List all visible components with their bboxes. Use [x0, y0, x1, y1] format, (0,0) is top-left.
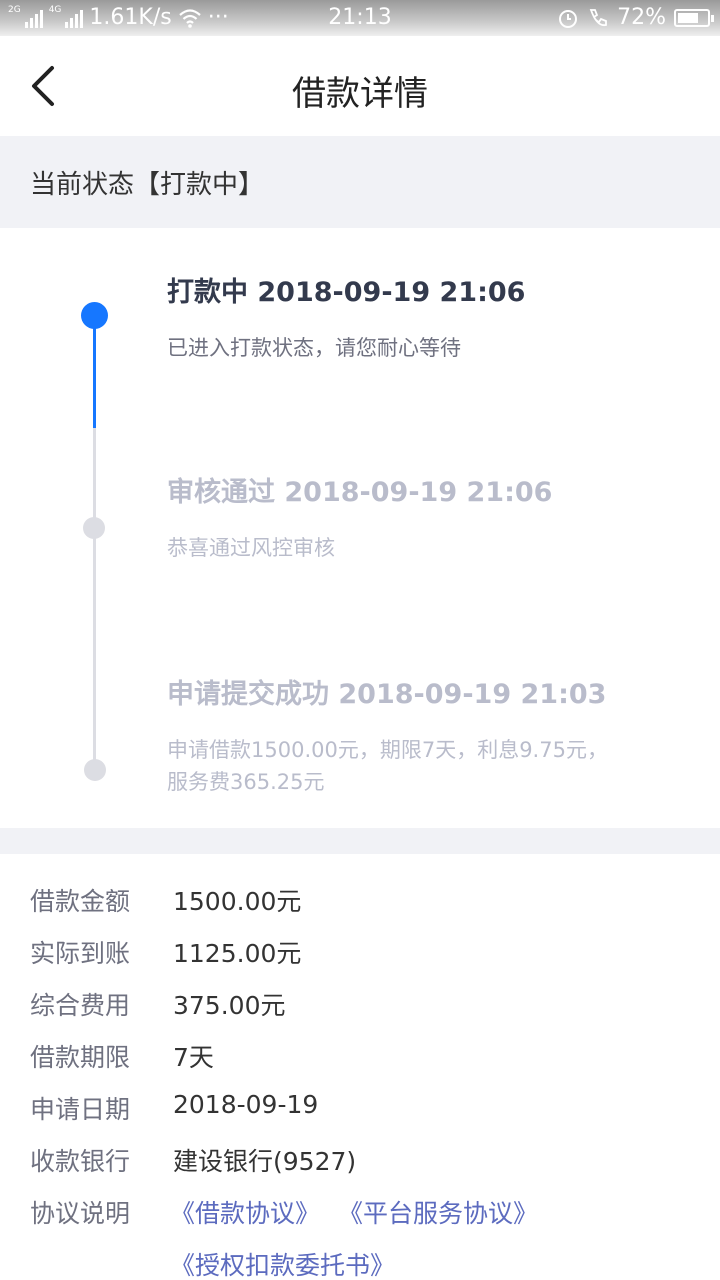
detail-row-term: 借款期限 7天	[0, 1030, 720, 1082]
timeline-dot	[83, 517, 105, 539]
timeline-step-desc: 恭喜通过风控审核	[167, 536, 335, 560]
detail-label: 借款期限	[30, 1043, 131, 1072]
timeline-dot	[84, 759, 106, 781]
current-status-bar: 当前状态【打款中】	[0, 136, 720, 228]
detail-row-bank: 收款银行 建设银行(9527)	[0, 1134, 720, 1186]
battery-fill	[678, 12, 698, 23]
timeline-step-title: 申请提交成功 2018-09-19 21:03	[167, 679, 607, 710]
timeline-dot-active	[81, 302, 108, 329]
timeline-line	[93, 428, 96, 768]
detail-row-total-fee: 综合费用 375.00元	[0, 978, 720, 1030]
timeline-step-desc: 已进入打款状态，请您耐心等待	[167, 336, 461, 360]
timeline-line-active	[93, 316, 96, 428]
current-status-text: 当前状态【打款中】	[30, 170, 265, 200]
status-right: 72%	[557, 5, 714, 30]
detail-label: 收款银行	[30, 1147, 131, 1176]
status-timeline: 打款中 2018-09-19 21:06 已进入打款状态，请您耐心等待 审核通过…	[0, 228, 720, 828]
timeline-step-title: 审核通过 2018-09-19 21:06	[167, 477, 553, 508]
detail-value: 2018-09-19	[173, 1090, 319, 1119]
page-title: 借款详情	[292, 74, 428, 114]
detail-row-loan-amount: 借款金额 1500.00元	[0, 874, 720, 926]
timeline-step-title: 打款中 2018-09-19 21:06	[167, 277, 526, 308]
battery-icon	[674, 8, 714, 27]
detail-value: 建设银行(9527)	[173, 1147, 357, 1176]
detail-value: 1125.00元	[173, 939, 302, 968]
debit-authorization-link[interactable]: 《授权扣款委托书》	[170, 1246, 395, 1280]
detail-label: 协议说明	[30, 1199, 131, 1228]
status-bar: 2G 4G 1.61K/s ··· 21:13 72%	[0, 0, 720, 36]
detail-value: 375.00元	[173, 991, 286, 1020]
detail-row-agreements: 协议说明 《借款协议》 《平台服务协议》 《授权扣款委托书》	[0, 1186, 720, 1280]
detail-label: 借款金额	[30, 887, 131, 916]
detail-row-actual-received: 实际到账 1125.00元	[0, 926, 720, 978]
alarm-icon	[559, 9, 578, 28]
platform-service-agreement-link[interactable]: 《平台服务协议》	[338, 1194, 538, 1230]
call-icon	[589, 8, 607, 26]
loan-agreement-link[interactable]: 《借款协议》	[170, 1194, 320, 1230]
detail-label: 实际到账	[30, 939, 131, 968]
timeline-step-desc: 申请借款1500.00元，期限7天，利息9.75元，服务费365.25元	[167, 738, 608, 794]
section-divider	[0, 828, 720, 854]
battery-text: 72%	[617, 5, 666, 30]
detail-label: 申请日期	[30, 1095, 131, 1124]
detail-label: 综合费用	[30, 991, 131, 1020]
detail-value: 1500.00元	[173, 887, 302, 916]
detail-row-apply-date: 申请日期 2018-09-19	[0, 1082, 720, 1134]
detail-value: 7天	[173, 1043, 214, 1072]
header: 借款详情	[0, 36, 720, 136]
